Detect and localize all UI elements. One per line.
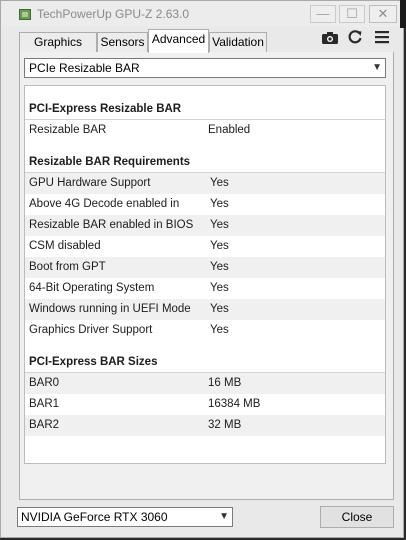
section-title: Resizable BAR Requirements [29, 156, 191, 168]
row-value: 32 MB [208, 419, 242, 431]
window-title: TechPowerUp GPU-Z 2.63.0 [37, 7, 190, 21]
row-label: 64-Bit Operating System [29, 282, 155, 294]
row-value: Yes [210, 324, 229, 336]
chevron-down-icon: ▼ [219, 511, 229, 522]
details-list[interactable]: PCI-Express Resizable BAR Resizable BAR … [24, 85, 386, 464]
chevron-down-icon: ▼ [372, 62, 382, 73]
refresh-icon[interactable] [345, 27, 365, 47]
section-title: PCI-Express Resizable BAR [29, 103, 182, 115]
row-label: CSM disabled [29, 240, 101, 252]
row-label: Windows running in UEFI Mode [29, 303, 191, 315]
list-item: Graphics Driver Support Yes [25, 320, 385, 341]
section-header: PCI-Express Resizable BAR [25, 99, 385, 120]
list-item: Boot from GPT Yes [25, 257, 385, 278]
row-label: Above 4G Decode enabled in [29, 198, 180, 210]
list-item: Windows running in UEFI Mode Yes [25, 299, 385, 320]
row-value: Yes [210, 261, 229, 273]
tab-validation[interactable]: Validation [209, 32, 267, 53]
title-bar[interactable]: TechPowerUp GPU-Z 2.63.0 — ☐ ✕ [1, 1, 403, 27]
list-item: BAR0 16 MB [25, 373, 385, 394]
row-value: Yes [210, 303, 229, 315]
tab-graphics-card[interactable]: Graphics Card [19, 32, 97, 68]
list-item: CSM disabled Yes [25, 236, 385, 257]
close-button[interactable]: Close [320, 506, 394, 528]
row-value: Yes [210, 240, 229, 252]
row-label: BAR0 [29, 377, 60, 389]
row-value: Enabled [208, 124, 251, 136]
list-item: GPU Hardware Support Yes [25, 173, 385, 194]
row-value: Yes [210, 219, 229, 231]
row-label: Resizable BAR [29, 124, 107, 136]
section-header: PCI-Express BAR Sizes [25, 352, 385, 373]
gpu-select[interactable]: NVIDIA GeForce RTX 3060 ▼ [17, 507, 233, 527]
section-header: Resizable BAR Requirements [25, 152, 385, 173]
list-item: BAR1 16384 MB [25, 394, 385, 415]
row-label: Boot from GPT [29, 261, 106, 273]
tab-sensors[interactable]: Sensors [97, 32, 148, 53]
close-window-button[interactable]: ✕ [369, 5, 397, 23]
row-label: BAR1 [29, 398, 60, 410]
background-corner [400, 0, 406, 28]
camera-icon[interactable] [320, 27, 340, 47]
minimize-button[interactable]: — [310, 5, 336, 23]
category-select-value: PCIe Resizable BAR [29, 61, 140, 75]
row-value: 16384 MB [208, 398, 261, 410]
gpu-select-value: NVIDIA GeForce RTX 3060 [21, 510, 168, 524]
list-item: 64-Bit Operating System Yes [25, 278, 385, 299]
list-item: Resizable BAR Enabled [25, 120, 385, 141]
list-item: Above 4G Decode enabled in Yes [25, 194, 385, 215]
maximize-button[interactable]: ☐ [339, 5, 365, 23]
app-icon [19, 9, 31, 20]
list-item: BAR2 32 MB [25, 415, 385, 436]
row-value: Yes [210, 198, 229, 210]
list-item: Resizable BAR enabled in BIOS Yes [25, 215, 385, 236]
section-title: PCI-Express BAR Sizes [29, 356, 158, 368]
row-label: BAR2 [29, 419, 60, 431]
tab-advanced[interactable]: Advanced [148, 29, 209, 53]
row-label: Graphics Driver Support [29, 324, 153, 336]
row-value: 16 MB [208, 377, 242, 389]
row-label: GPU Hardware Support [29, 177, 151, 189]
category-select[interactable]: PCIe Resizable BAR ▼ [24, 58, 386, 78]
row-value: Yes [210, 282, 229, 294]
menu-icon[interactable] [372, 27, 392, 47]
row-label: Resizable BAR enabled in BIOS [29, 219, 194, 231]
row-value: Yes [210, 177, 229, 189]
